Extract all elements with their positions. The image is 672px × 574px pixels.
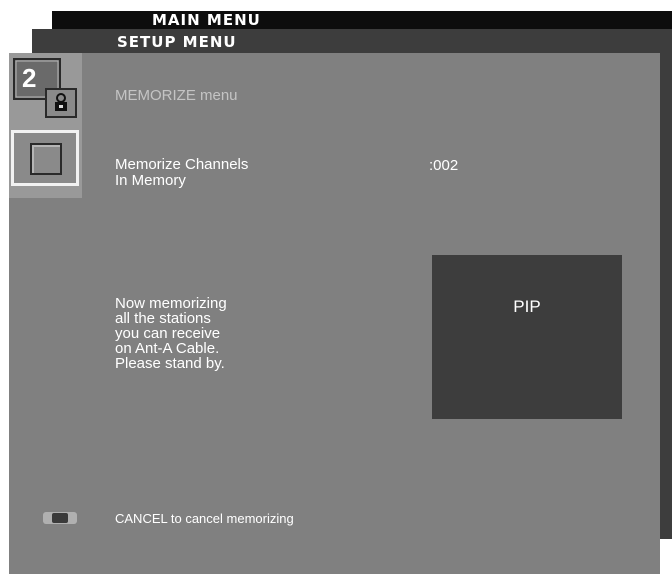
main-menu-title: MAIN MENU xyxy=(152,11,261,29)
setup-menu-title: SETUP MENU xyxy=(117,33,237,51)
memorize-channels-row[interactable]: Memorize Channels In Memory xyxy=(115,157,248,189)
in-memory-label: In Memory xyxy=(115,172,186,189)
remote-cancel-button-icon xyxy=(43,512,77,524)
channels-in-memory-value: :002 xyxy=(429,157,459,174)
memorize-icon-number: 2 xyxy=(22,63,36,93)
memorize-panel: 2 MEMORIZE menu Memorize Channels In Mem… xyxy=(9,53,660,574)
selection-square-icon xyxy=(30,143,62,175)
cancel-hint: CANCEL to cancel memorizing xyxy=(115,511,294,526)
memorize-tv-lock-icon: 2 xyxy=(13,58,77,118)
pip-window: PIP xyxy=(432,255,622,419)
pip-label: PIP xyxy=(513,297,541,316)
memorize-channels-label: Memorize Channels xyxy=(115,156,249,173)
menu-title: MEMORIZE menu xyxy=(115,87,238,104)
icon-column: 2 xyxy=(9,53,82,198)
memorizing-message: Now memorizing all the stations you can … xyxy=(115,295,227,372)
selection-box[interactable] xyxy=(11,130,79,186)
